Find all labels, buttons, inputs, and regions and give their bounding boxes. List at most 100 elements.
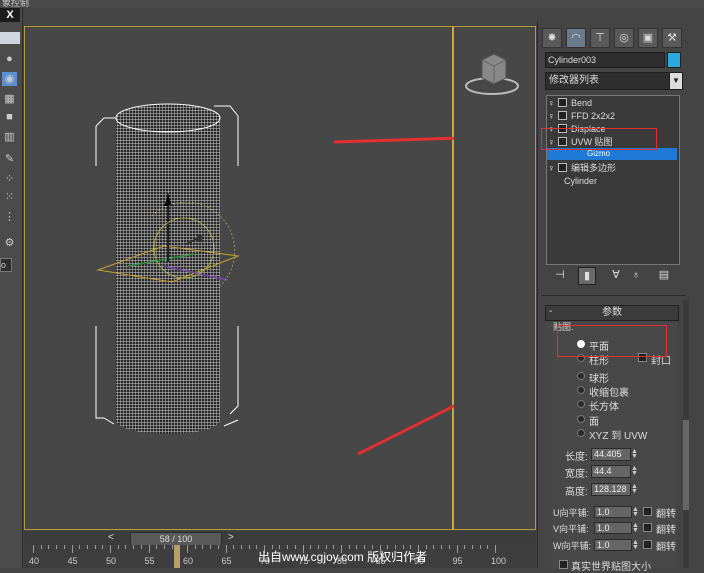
spinner-arrows-icon[interactable]: ▲ ▼ [632, 539, 639, 551]
ruler-label: 50 [106, 556, 117, 566]
height-spinner[interactable]: 128.128 [591, 483, 631, 496]
annotation-arrows [333, 136, 454, 456]
remove-modifier-icon[interactable]: ♁ [628, 267, 644, 283]
pin-stack-icon[interactable]: ⊣ [552, 267, 568, 283]
edge-icon[interactable]: ⁙ [2, 190, 17, 204]
ruler-label: 60 [183, 556, 194, 566]
spinner-arrows-icon[interactable]: ▲ ▼ [631, 465, 638, 477]
ruler-minor-tick [56, 545, 58, 549]
spinner-field[interactable]: o [0, 258, 12, 272]
rollout-header[interactable]: 参数 [545, 305, 679, 321]
utilities-tab-icon[interactable]: ⚒ [662, 28, 682, 48]
u-flip-label: 翻转 [656, 509, 676, 520]
bulb-icon[interactable]: ♀ [548, 162, 556, 174]
stack-item-edit-poly[interactable]: ♀ 编辑多边形 [548, 162, 676, 174]
expand-box[interactable] [558, 163, 567, 172]
radio-xyz-to-uvw[interactable] [577, 429, 585, 437]
ruler-minor-tick [248, 545, 250, 549]
w-flip-checkbox[interactable] [643, 540, 652, 549]
expand-box[interactable] [558, 111, 567, 120]
paint-icon[interactable]: ✎ [2, 152, 17, 166]
spinner-arrows-icon[interactable]: ▲ ▼ [632, 506, 639, 518]
modifier-list-dropdown[interactable]: 修改器列表 [545, 72, 672, 90]
ruler-tick [110, 545, 111, 553]
prev-frame-button[interactable]: < [108, 532, 114, 543]
close-button[interactable]: X [0, 8, 20, 22]
expand-box[interactable] [558, 98, 567, 107]
hierarchy-tab-icon[interactable]: ⊤ [590, 28, 610, 48]
ruler-tick [71, 545, 73, 553]
ruler-minor-tick [86, 545, 88, 549]
ruler-minor-tick [464, 545, 466, 549]
ruler-minor-tick [217, 545, 219, 549]
rollout-collapse-icon[interactable]: - [549, 305, 552, 319]
ruler-minor-tick [79, 545, 81, 549]
panel-scrollbar-thumb[interactable] [683, 420, 689, 510]
ruler-minor-tick [140, 545, 142, 549]
height-label: 高度: [565, 487, 588, 498]
display-tab-icon[interactable]: ▣ [638, 28, 658, 48]
stack-item-bend[interactable]: ♀ Bend [548, 97, 676, 109]
spinner-arrows-icon[interactable]: ▲ ▼ [632, 522, 639, 534]
spinner-arrows-icon[interactable]: ▲ ▼ [631, 483, 638, 495]
next-frame-button[interactable]: > [228, 532, 234, 543]
radio-shrinkwrap[interactable] [577, 386, 585, 394]
viewport-scene [95, 103, 454, 456]
motion-tab-icon[interactable]: ◎ [614, 28, 634, 48]
tool-icon[interactable]: ⚙ [2, 236, 17, 250]
chevron-down-icon[interactable]: ▼ [669, 72, 683, 90]
ruler-minor-tick [156, 545, 158, 549]
spinner-arrows-icon[interactable]: ▲ ▼ [631, 448, 638, 460]
v-tile-spinner[interactable]: 1.0 [594, 522, 632, 534]
grid-icon[interactable]: ▦ [2, 92, 17, 106]
radio-face[interactable] [577, 415, 585, 423]
create-tab-icon[interactable]: ✸ [542, 28, 562, 48]
time-slider-knob[interactable] [174, 545, 180, 568]
radio-spherical[interactable] [577, 372, 585, 380]
secondary-viewport[interactable] [452, 26, 536, 530]
ruler-minor-tick [163, 545, 165, 549]
bulb-icon[interactable]: ♀ [548, 110, 556, 122]
ruler-label: 40 [29, 556, 40, 566]
time-slider[interactable]: 58 / 100 [130, 532, 222, 546]
modify-tab-icon[interactable]: ◠ [566, 28, 586, 48]
object-name-field[interactable]: Cylinder003 [545, 52, 665, 68]
panel-divider [541, 295, 686, 296]
sphere-icon[interactable]: ● [2, 52, 17, 66]
ruler-minor-tick [63, 545, 65, 549]
show-end-result-icon[interactable]: ▮ [578, 267, 596, 285]
vertex-icon[interactable]: ⁘ [2, 172, 17, 186]
select-icon[interactable]: ◉ [2, 72, 17, 86]
ruler-tick [456, 545, 458, 553]
timeline [24, 531, 536, 545]
stack-item-ffd[interactable]: ♀ FFD 2x2x2 [548, 110, 676, 122]
w-tile-spinner[interactable]: 1.0 [594, 539, 632, 551]
panel-strip [0, 32, 20, 44]
ruler-minor-tick [433, 545, 435, 549]
ruler-minor-tick [233, 545, 235, 549]
u-tile-spinner[interactable]: 1.0 [594, 506, 632, 518]
radio-box[interactable] [577, 400, 585, 408]
length-spinner[interactable]: 44.405 [591, 448, 631, 461]
configure-sets-icon[interactable]: ▤ [656, 267, 672, 283]
poly-icon[interactable]: ⋮ [2, 210, 17, 224]
w-tile-label: W向平铺: [553, 541, 591, 551]
v-flip-checkbox[interactable] [643, 523, 652, 532]
ruler-minor-tick [448, 545, 450, 549]
bulb-icon[interactable]: ♀ [548, 97, 556, 109]
width-label: 宽度: [565, 469, 588, 480]
box-icon[interactable]: ■ [2, 110, 17, 124]
stack-item-cylinder[interactable]: Cylinder [548, 175, 692, 187]
object-color-swatch[interactable] [667, 52, 681, 68]
ruler-minor-tick [102, 545, 104, 549]
make-unique-icon[interactable]: ∀ [608, 267, 624, 283]
color-icon[interactable]: ▥ [2, 130, 17, 144]
radio-xyz-to-uvw-label: XYZ 到 UVW [589, 431, 648, 442]
v-flip-label: 翻转 [656, 525, 676, 536]
ruler-minor-tick [240, 545, 242, 549]
ruler-tick [225, 545, 227, 553]
u-flip-checkbox[interactable] [643, 507, 652, 516]
width-spinner[interactable]: 44.4 [591, 465, 631, 478]
u-tile-label: U向平铺: [553, 508, 590, 518]
viewcube-icon[interactable] [462, 48, 522, 98]
